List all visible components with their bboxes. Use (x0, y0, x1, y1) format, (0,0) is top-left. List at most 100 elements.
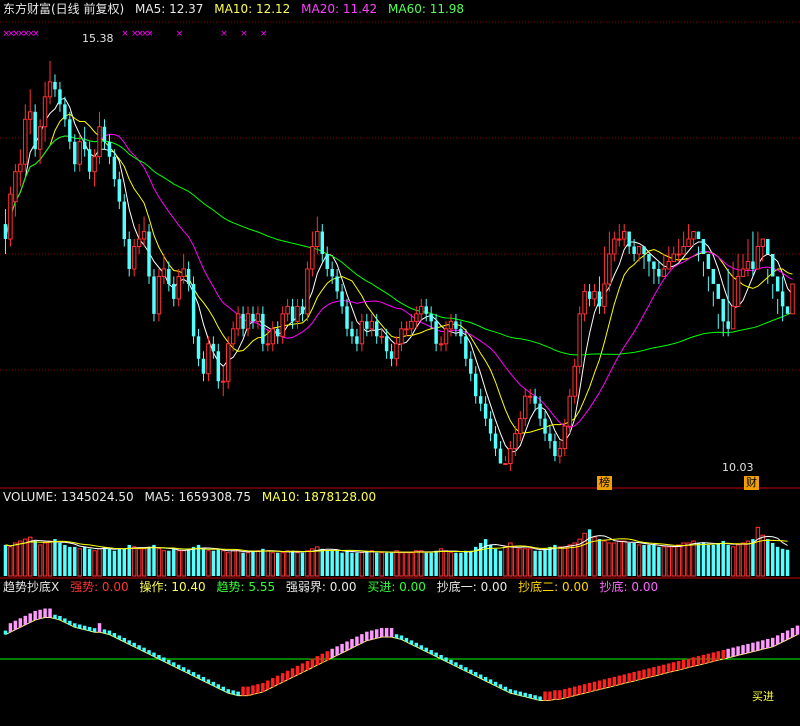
volume-bar-up (582, 532, 587, 577)
trend-block (18, 618, 23, 628)
trend-block (236, 691, 240, 696)
volume-bar-up (409, 552, 414, 577)
trend-block (216, 684, 221, 689)
volume-bar-up (562, 546, 568, 577)
trend-block (751, 642, 755, 652)
volume-bar-up (176, 550, 181, 577)
signal-mark: × (240, 29, 248, 39)
volume-bar-down (434, 550, 438, 576)
candle-body-down (785, 306, 790, 314)
indicator-trend: 趋势: 5.55 (216, 580, 276, 594)
candle-body-down (538, 403, 542, 419)
trend-block (409, 640, 414, 645)
candle-body-down (473, 373, 478, 397)
volume-header: VOLUME: 1345024.50 MA5: 1659308.75 MA10:… (3, 489, 383, 505)
stock-chart-canvas[interactable]: ××××××× × ×××× × × × × (0, 0, 800, 726)
ma60-line (5, 135, 793, 356)
volume-bar-up (42, 542, 48, 577)
signal-mark: × (32, 29, 40, 39)
indicator-boundary: 强弱界: 0.00 (285, 580, 357, 594)
trend-block (176, 664, 181, 669)
indicator-header: 趋势抄底X 强势: 0.00 操作: 10.40 趋势: 5.55 强弱界: 0… (3, 579, 665, 595)
volume-bar-down (701, 542, 706, 576)
candle-body-down (642, 246, 646, 254)
candle-body-down (320, 231, 325, 254)
trend-block (201, 676, 206, 681)
trend-block (795, 625, 800, 635)
volume-bar-down (320, 548, 325, 576)
signal-mark: × (121, 29, 129, 39)
event-badge-rank[interactable]: 榜 (597, 476, 612, 490)
candle-body-up (617, 238, 622, 241)
trend-block (671, 662, 676, 672)
volume-bar-up (617, 540, 622, 577)
volume-bar-up (448, 552, 454, 577)
trend-block (360, 634, 364, 644)
candle-body-up (285, 305, 290, 315)
volume-bar-down (374, 552, 379, 576)
candles-layer: ××××××× × ×××× × × × × (2, 29, 795, 472)
candle-body-up (527, 395, 533, 398)
trend-block (43, 608, 47, 618)
candle-body-up (740, 268, 746, 277)
signal-mark: × (146, 29, 154, 39)
trend-block (152, 652, 156, 657)
volume-bar-down (127, 544, 131, 576)
trend-block (731, 647, 735, 657)
trend-block (246, 686, 250, 696)
candle-body-up (181, 268, 186, 277)
volume-bar-down (340, 552, 344, 576)
candle-body-up (315, 231, 320, 248)
trend-block (582, 684, 587, 694)
trend-block (13, 620, 18, 630)
trend-block (68, 620, 72, 625)
trend-block (330, 648, 334, 658)
candle-body-up (310, 246, 315, 270)
candle-body-up (448, 320, 454, 330)
trend-block (642, 669, 646, 679)
candle-body-down (330, 268, 334, 277)
trend-block (632, 671, 636, 681)
signal-mark: × (260, 29, 268, 39)
candle-body-down (384, 336, 389, 352)
candle-body-up (176, 275, 181, 300)
trend-block (503, 686, 508, 691)
trend-block (508, 689, 513, 694)
candle-body-up (235, 313, 241, 330)
volume-bar-up (522, 548, 528, 577)
candle-body-up (295, 305, 300, 322)
moving-average-layer (5, 97, 793, 453)
candle-body-down (716, 283, 721, 299)
volume-bar-up (37, 544, 43, 577)
trend-block (63, 618, 67, 623)
volume-bar-down (216, 548, 221, 576)
trend-block (122, 637, 127, 642)
trend-block (424, 647, 428, 652)
trend-block (617, 675, 622, 685)
candle-body-down (493, 433, 498, 449)
candle-body-up (755, 246, 761, 270)
trend-block (38, 609, 42, 619)
candle-body-down (464, 336, 468, 359)
trend-block (48, 608, 52, 618)
candle-body-up (8, 193, 13, 240)
volume-bar-up (636, 544, 642, 577)
volume-bar-down (68, 546, 72, 576)
candle-body-down (112, 156, 117, 180)
trend-block (706, 653, 711, 663)
volume-bar-up (305, 550, 310, 577)
indicator-bottom1: 抄底一: 0.00 (436, 580, 508, 594)
candle-body-up (131, 246, 137, 270)
trend-block (142, 647, 146, 652)
ma5-value: MA5: 12.37 (135, 2, 204, 16)
trend-block (102, 629, 107, 634)
trend-block (419, 645, 424, 650)
candle-body-up (508, 448, 513, 465)
trend-block (404, 637, 409, 642)
trend-block (384, 628, 389, 638)
volume-bar-up (612, 542, 617, 577)
volume-bar-down (330, 550, 334, 576)
candle-body-up (404, 328, 409, 331)
event-badge-finance[interactable]: 财 (744, 476, 759, 490)
candle-body-up (23, 118, 28, 165)
